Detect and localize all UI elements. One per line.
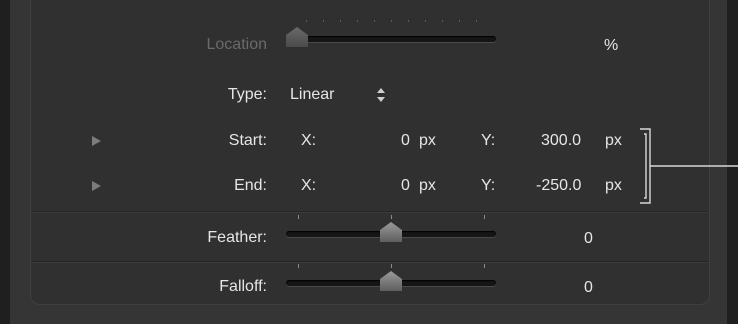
callout-bracket xyxy=(640,128,738,204)
